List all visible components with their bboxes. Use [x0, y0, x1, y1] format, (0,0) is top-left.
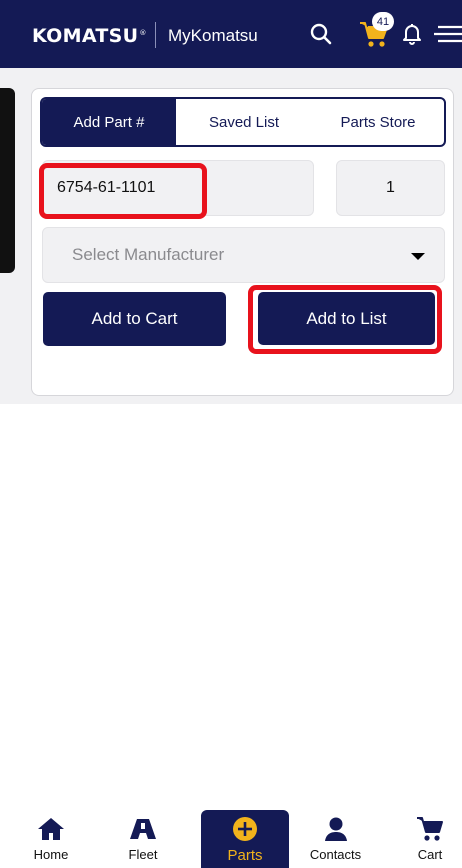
nav-cart-label: Cart: [417, 847, 443, 862]
nav-home-label: Home: [33, 847, 69, 862]
tab-add-part[interactable]: Add Part #: [42, 99, 176, 145]
cart-icon: [416, 815, 444, 843]
nav-contacts-label: Contacts: [309, 847, 362, 862]
quantity-value: 1: [386, 179, 395, 196]
app-screen: KOMATSU® MyKomatsu 41 Add Part # Saved L…: [0, 0, 462, 868]
person-icon: [323, 815, 349, 843]
header-divider: [155, 22, 156, 48]
tab-parts-store[interactable]: Parts Store: [312, 99, 444, 145]
top-header: KOMATSU® MyKomatsu 41: [0, 0, 462, 68]
manufacturer-placeholder: Select Manufacturer: [72, 245, 225, 264]
nav-home[interactable]: Home: [25, 808, 77, 868]
menu-icon[interactable]: [430, 0, 462, 68]
quantity-input[interactable]: 1: [336, 160, 445, 216]
caret-down-icon: [411, 253, 425, 260]
manufacturer-select[interactable]: Select Manufacturer: [42, 227, 445, 283]
part-number-value: 6754-61-1101: [57, 179, 156, 196]
parts-tabs: Add Part # Saved List Parts Store: [40, 97, 446, 147]
search-icon[interactable]: [303, 0, 339, 68]
nav-parts[interactable]: Parts: [201, 810, 289, 868]
app-name: MyKomatsu: [168, 26, 258, 45]
komatsu-logo[interactable]: KOMATSU®: [32, 25, 147, 47]
plus-circle-icon: [232, 815, 258, 843]
nav-contacts[interactable]: Contacts: [298, 808, 373, 868]
side-drawer-handle[interactable]: [0, 88, 15, 273]
nav-fleet-label: Fleet: [128, 847, 158, 862]
bottom-nav: Home Fleet Parts Contacts Cart: [0, 808, 462, 868]
bell-icon[interactable]: [397, 0, 427, 68]
fleet-icon: [129, 815, 157, 843]
logo-text: KOMATSU: [32, 25, 139, 47]
cart-count-badge: 41: [372, 12, 394, 31]
cart-icon[interactable]: [354, 0, 394, 68]
nav-cart[interactable]: Cart: [405, 808, 455, 868]
add-to-cart-button[interactable]: Add to Cart: [43, 292, 226, 346]
nav-fleet[interactable]: Fleet: [118, 808, 168, 868]
logo-trademark: ®: [139, 28, 147, 37]
part-number-input[interactable]: 6754-61-1101: [42, 160, 314, 216]
home-icon: [36, 815, 66, 843]
tab-saved-list[interactable]: Saved List: [176, 99, 312, 145]
add-to-list-button[interactable]: Add to List: [258, 292, 435, 345]
nav-parts-label: Parts: [227, 847, 263, 864]
